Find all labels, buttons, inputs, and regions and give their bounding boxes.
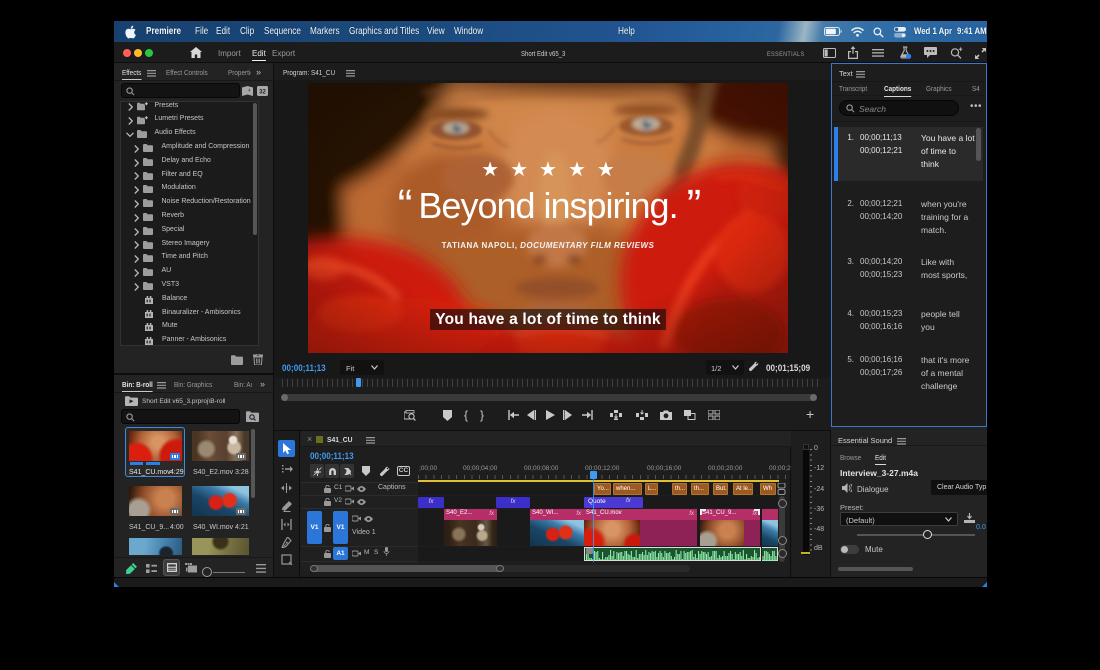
svg-text:32: 32 (259, 89, 266, 95)
